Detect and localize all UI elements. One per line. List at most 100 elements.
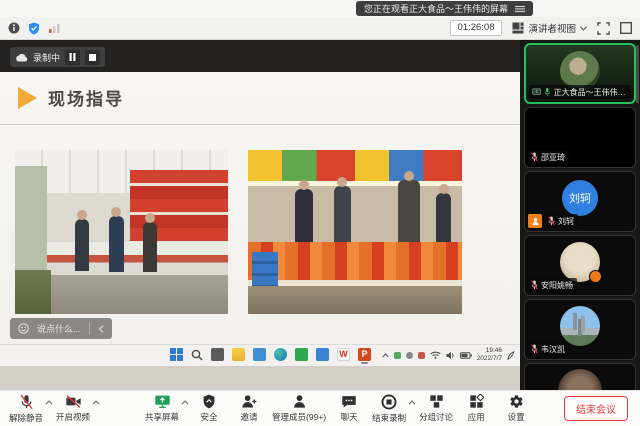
participant-label: 韦汉凯: [528, 342, 569, 356]
chat-button[interactable]: 聊天: [329, 394, 369, 423]
collapse-chevron-left-icon[interactable]: [98, 325, 104, 333]
divider: [89, 322, 90, 335]
stop-record-icon: [381, 394, 397, 410]
participants-scrollbar[interactable]: [636, 45, 639, 103]
participant-tile[interactable]: 邵亚琦: [524, 107, 636, 168]
view-mode-label: 演讲者视图: [528, 21, 576, 35]
network-signal-icon[interactable]: [48, 23, 61, 34]
photo-decoration: [248, 181, 462, 186]
shared-windows-taskbar: W P: [0, 344, 520, 367]
photo-decoration: [248, 150, 462, 183]
powerpoint-icon[interactable]: P: [358, 348, 371, 361]
participant-tile[interactable]: 刘轲 刘轲: [524, 171, 636, 232]
photo-decoration: [15, 270, 51, 314]
mic-muted-icon: [531, 152, 538, 162]
tool-label: 管理成员(99+): [272, 411, 326, 423]
invite-button[interactable]: 邀请: [229, 394, 269, 423]
photo-decoration: [15, 166, 47, 274]
participant-tile[interactable]: 安阳姚畅: [524, 235, 636, 296]
tool-label: 设置: [508, 411, 525, 423]
photo-decoration: [109, 216, 124, 272]
start-video-button[interactable]: 开启视频: [53, 394, 93, 423]
security-button[interactable]: 安全: [189, 394, 229, 423]
meeting-window: 您正在观看正大食品～王伟伟的屏幕 01:26:08: [0, 0, 640, 426]
mic-muted-icon: [548, 216, 555, 226]
screen-sharing-icon: [532, 88, 541, 96]
slide-photo-butcher-shop: [15, 150, 228, 314]
fullscreen-icon[interactable]: [597, 22, 610, 35]
chevron-up-icon[interactable]: [181, 400, 189, 405]
presentation-slide: 现场指导: [0, 72, 520, 345]
unmute-button[interactable]: 解除静音: [6, 394, 46, 424]
search-icon[interactable]: [191, 349, 203, 361]
share-screen-button[interactable]: 共享屏幕: [142, 394, 182, 423]
volume-icon[interactable]: [446, 351, 455, 360]
meeting-timer: 01:26:08: [450, 20, 503, 36]
taskbar-clock[interactable]: 19:46 2022/7/7: [477, 347, 502, 363]
participant-tile-presenter[interactable]: 正大食品～王伟伟的…: [524, 43, 636, 104]
wifi-icon[interactable]: [430, 351, 441, 359]
file-explorer-icon[interactable]: [232, 348, 245, 361]
participants-sidebar: 正大食品～王伟伟的… 邵亚琦 刘轲: [520, 40, 640, 390]
watching-banner: 您正在观看正大食品～王伟伟的屏幕: [356, 1, 533, 16]
avatar-initials: 刘轲: [562, 180, 598, 216]
pause-recording-button[interactable]: [65, 50, 80, 65]
breakout-rooms-button[interactable]: 分组讨论: [416, 394, 456, 423]
meeting-info-group: [8, 22, 61, 35]
toolbar-center-group: 共享屏幕 安全 邀请: [142, 394, 536, 424]
participant-label: 安阳姚畅: [528, 278, 577, 292]
tray-app-icon[interactable]: [394, 352, 401, 359]
photo-decoration: [252, 252, 278, 288]
wps-icon[interactable]: W: [337, 348, 350, 361]
share-screen-icon: [154, 394, 171, 409]
photo-decoration: [75, 219, 89, 271]
banner-menu-icon[interactable]: [515, 5, 525, 13]
layout-window-icon[interactable]: [620, 22, 632, 34]
participant-label: 正大食品～王伟伟的…: [529, 85, 631, 99]
start-video-control: 开启视频: [53, 394, 100, 423]
end-meeting-button[interactable]: 结束会议: [564, 396, 628, 421]
participant-tile[interactable]: 韦汉凯: [524, 299, 636, 360]
meeting-toolbar: 解除静音 开启视频: [0, 390, 640, 426]
mic-on-icon: [544, 87, 550, 97]
chevron-up-icon[interactable]: [408, 400, 416, 405]
security-shield-icon[interactable]: [28, 22, 40, 35]
taskbar-date: 2022/7/7: [477, 355, 502, 363]
tool-label: 开启视频: [56, 411, 90, 423]
chevron-up-icon[interactable]: [45, 400, 53, 405]
info-icon[interactable]: [8, 22, 20, 34]
photos-app-icon[interactable]: [316, 348, 329, 361]
tray-mic-icon[interactable]: [406, 352, 413, 359]
stop-recording-toolbar-button[interactable]: 结束录制: [369, 394, 409, 424]
view-mode-selector[interactable]: 演讲者视图: [512, 21, 587, 35]
apps-button[interactable]: 应用: [456, 394, 496, 423]
tool-label: 解除静音: [9, 412, 43, 424]
unmute-control: 解除静音: [6, 394, 53, 424]
battery-icon[interactable]: [460, 352, 472, 359]
green-app-icon[interactable]: [295, 348, 308, 361]
settings-button[interactable]: 设置: [496, 394, 536, 423]
mic-muted-icon: [531, 280, 538, 290]
stop-recording-button[interactable]: [85, 50, 100, 65]
tray-alert-icon[interactable]: [418, 352, 425, 359]
tray-expand-icon[interactable]: [382, 353, 389, 358]
avatar: [560, 242, 600, 282]
edge-browser-icon[interactable]: [274, 348, 287, 361]
pen-notification-icon[interactable]: [507, 351, 515, 360]
emoji-smiley-icon[interactable]: [18, 323, 29, 334]
tool-label: 共享屏幕: [145, 411, 179, 423]
meeting-control-bar: 01:26:08 演讲者视图: [0, 17, 640, 40]
participant-name: 正大食品～王伟伟的…: [554, 87, 627, 98]
quick-chat-pill[interactable]: 说点什么...: [10, 318, 112, 339]
taskbar-time: 19:46: [477, 347, 502, 355]
task-view-icon[interactable]: [211, 348, 224, 361]
manage-participants-button[interactable]: 管理成员(99+): [269, 394, 329, 423]
mail-icon[interactable]: [253, 348, 266, 361]
tool-label: 安全: [201, 411, 218, 423]
chat-input-placeholder[interactable]: 说点什么...: [37, 322, 81, 335]
main-area: 录制中 现场指导: [0, 40, 640, 390]
participant-label: 邵亚琦: [528, 150, 569, 164]
shared-screen: 录制中 现场指导: [0, 40, 520, 390]
windows-start-icon[interactable]: [170, 348, 183, 361]
chevron-up-icon[interactable]: [92, 400, 100, 405]
